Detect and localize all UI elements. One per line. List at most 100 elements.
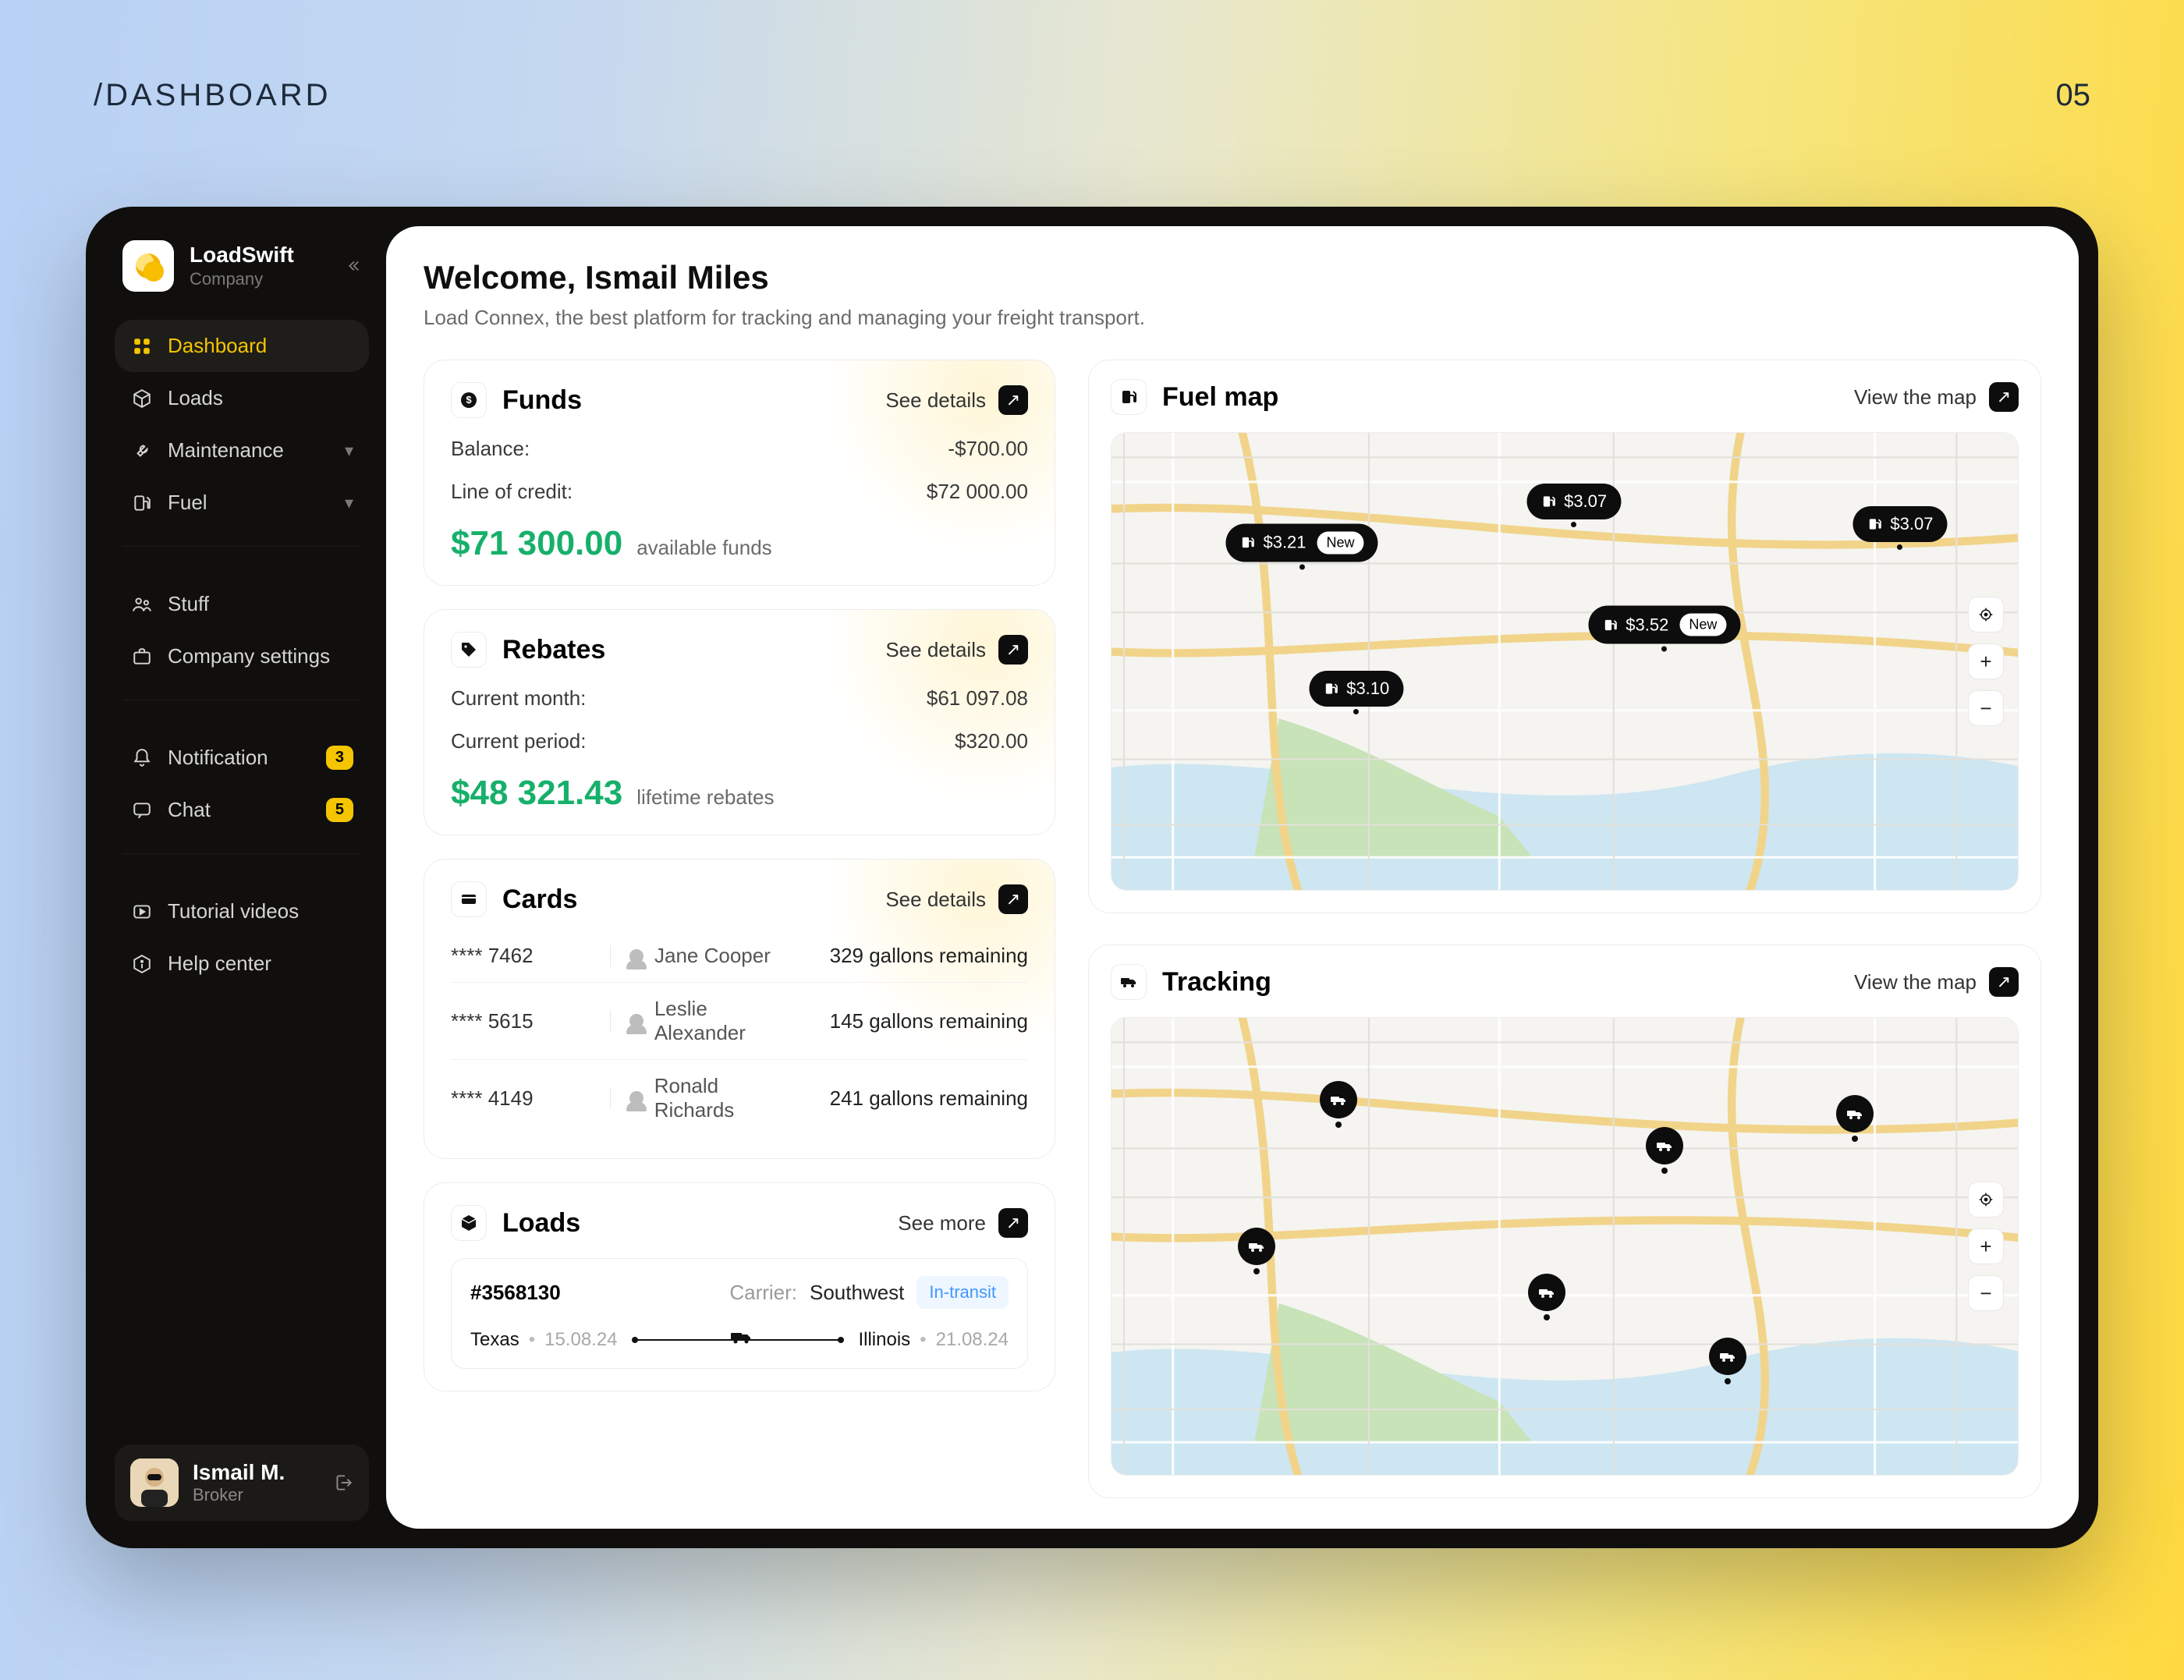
arrow-icon: ↗ [998,635,1028,665]
brand-name: LoadSwift [190,243,294,268]
funds-see-details[interactable]: See details ↗ [885,385,1028,415]
page-number: 05 [2056,78,2091,113]
nav-stuff[interactable]: Stuff [115,578,369,630]
nav-help: Tutorial videos Help center [115,885,369,990]
balance-value: -$700.00 [948,437,1028,461]
tracking-pin[interactable] [1528,1274,1565,1311]
rebates-period-value: $320.00 [955,729,1028,753]
load-id: #3568130 [470,1281,561,1305]
pin-price: $3.52 [1626,615,1668,635]
rebates-card: Rebates See details ↗ Current month:$61 … [424,609,1055,835]
chevron-down-icon: ▾ [345,441,353,461]
device-frame: LoadSwift Company Dashboard Loads Mainte… [86,207,2098,1548]
sidebar: LoadSwift Company Dashboard Loads Mainte… [105,226,386,1529]
map-controls: + − [1968,1182,2004,1311]
card-remaining: 241 gallons remaining [802,1086,1028,1111]
page-label: /DASHBOARD [94,78,332,113]
nav-dashboard[interactable]: Dashboard [115,320,369,372]
card-row[interactable]: **** 7462 Jane Cooper 329 gallons remain… [451,930,1028,982]
nav-label: Chat [168,798,211,822]
arrow-icon: ↗ [1989,967,2019,997]
rebates-month-label: Current month: [451,686,586,711]
nav-label: Loads [168,386,223,410]
tracking-pin[interactable] [1709,1338,1746,1375]
truck-icon [1111,964,1147,1000]
nav-loads[interactable]: Loads [115,372,369,424]
nav-fuel[interactable]: Fuel ▾ [115,477,369,529]
tracking-view[interactable]: View the map ↗ [1854,967,2019,997]
truck-pin-icon [1320,1081,1357,1118]
load-status: In-transit [916,1276,1009,1309]
fuel-price-pin[interactable]: $3.10 [1309,671,1403,707]
arrow-icon: ↗ [1989,382,2019,412]
collapse-sidebar-button[interactable] [344,257,361,275]
fuel-price-pin[interactable]: $3.52New [1588,606,1740,644]
nav-help-center[interactable]: Help center [115,937,369,990]
card-holder-name: Jane Cooper [654,944,771,968]
load-item[interactable]: #3568130 Carrier: Southwest In-transit T… [451,1258,1028,1369]
nav-tutorials[interactable]: Tutorial videos [115,885,369,937]
tracking-map[interactable]: + − [1111,1017,2019,1476]
rebates-see-details[interactable]: See details ↗ [885,635,1028,665]
tracking-pin[interactable] [1646,1127,1683,1164]
truck-pin-icon [1836,1095,1874,1132]
nav-label: Maintenance [168,438,284,463]
briefcase-icon [130,645,154,668]
available-funds-value: $71 300.00 [451,524,622,563]
zoom-in-button[interactable]: + [1968,643,2004,679]
welcome-title: Welcome, Ismail Miles [424,259,2041,296]
fuel-map[interactable]: $3.21New $3.07 $3.07 $3.52New $3.10 + − [1111,432,2019,891]
route-line [635,1339,842,1341]
nav-maintenance[interactable]: Maintenance ▾ [115,424,369,477]
card-row[interactable]: **** 4149 Ronald Richards 241 gallons re… [451,1059,1028,1136]
nav-label: Dashboard [168,334,267,358]
person-icon [629,1014,644,1028]
card-holder: Ronald Richards [629,1074,802,1122]
tracking-pin[interactable] [1836,1095,1874,1132]
arrow-icon: ↗ [998,884,1028,914]
nav-chat[interactable]: Chat 5 [115,784,369,836]
chat-icon [130,799,154,822]
balance-label: Balance: [451,437,530,461]
video-icon [130,900,154,923]
card-holder-name: Ronald Richards [654,1074,802,1122]
fuel-map-view[interactable]: View the map ↗ [1854,382,2019,412]
user-meta: Ismail M. Broker [193,1460,285,1505]
nav-label: Notification [168,746,268,770]
nav-secondary: Stuff Company settings [115,578,369,682]
card-holder: Jane Cooper [629,944,802,968]
loads-see-more[interactable]: See more ↗ [898,1208,1028,1238]
brand-text: LoadSwift Company [190,243,294,289]
card-mask: **** 7462 [451,944,591,968]
card-row[interactable]: **** 5615 Leslie Alexander 145 gallons r… [451,982,1028,1059]
pin-price: $3.07 [1890,514,1933,534]
locate-button[interactable] [1968,597,2004,633]
nav-label: Company settings [168,644,330,668]
brand-block[interactable]: LoadSwift Company [115,234,369,306]
tracking-pin[interactable] [1320,1081,1357,1118]
map-controls: + − [1968,597,2004,726]
tracking-pin[interactable] [1238,1228,1275,1265]
person-icon [629,1091,644,1105]
arrow-icon: ↗ [998,1208,1028,1238]
fuel-price-pin[interactable]: $3.07 [1526,484,1621,519]
funds-title: Funds [502,385,582,416]
funds-card: $ Funds See details ↗ Balance:-$700.00 L… [424,360,1055,586]
fuel-price-pin[interactable]: $3.21New [1225,523,1377,562]
card-icon [451,881,487,917]
user-card[interactable]: Ismail M. Broker [115,1444,369,1521]
chat-badge: 5 [326,798,353,822]
zoom-in-button[interactable]: + [1968,1228,2004,1264]
user-name: Ismail M. [193,1460,285,1485]
card-remaining: 329 gallons remaining [802,944,1028,968]
cards-see-details[interactable]: See details ↗ [885,884,1028,914]
locate-button[interactable] [1968,1182,2004,1217]
zoom-out-button[interactable]: − [1968,690,2004,726]
brand-logo [122,240,174,292]
logout-button[interactable] [333,1473,353,1493]
fuel-map-title: Fuel map [1162,382,1278,413]
nav-notification[interactable]: Notification 3 [115,732,369,784]
fuel-price-pin[interactable]: $3.07 [1852,506,1947,542]
zoom-out-button[interactable]: − [1968,1275,2004,1311]
nav-company-settings[interactable]: Company settings [115,630,369,682]
